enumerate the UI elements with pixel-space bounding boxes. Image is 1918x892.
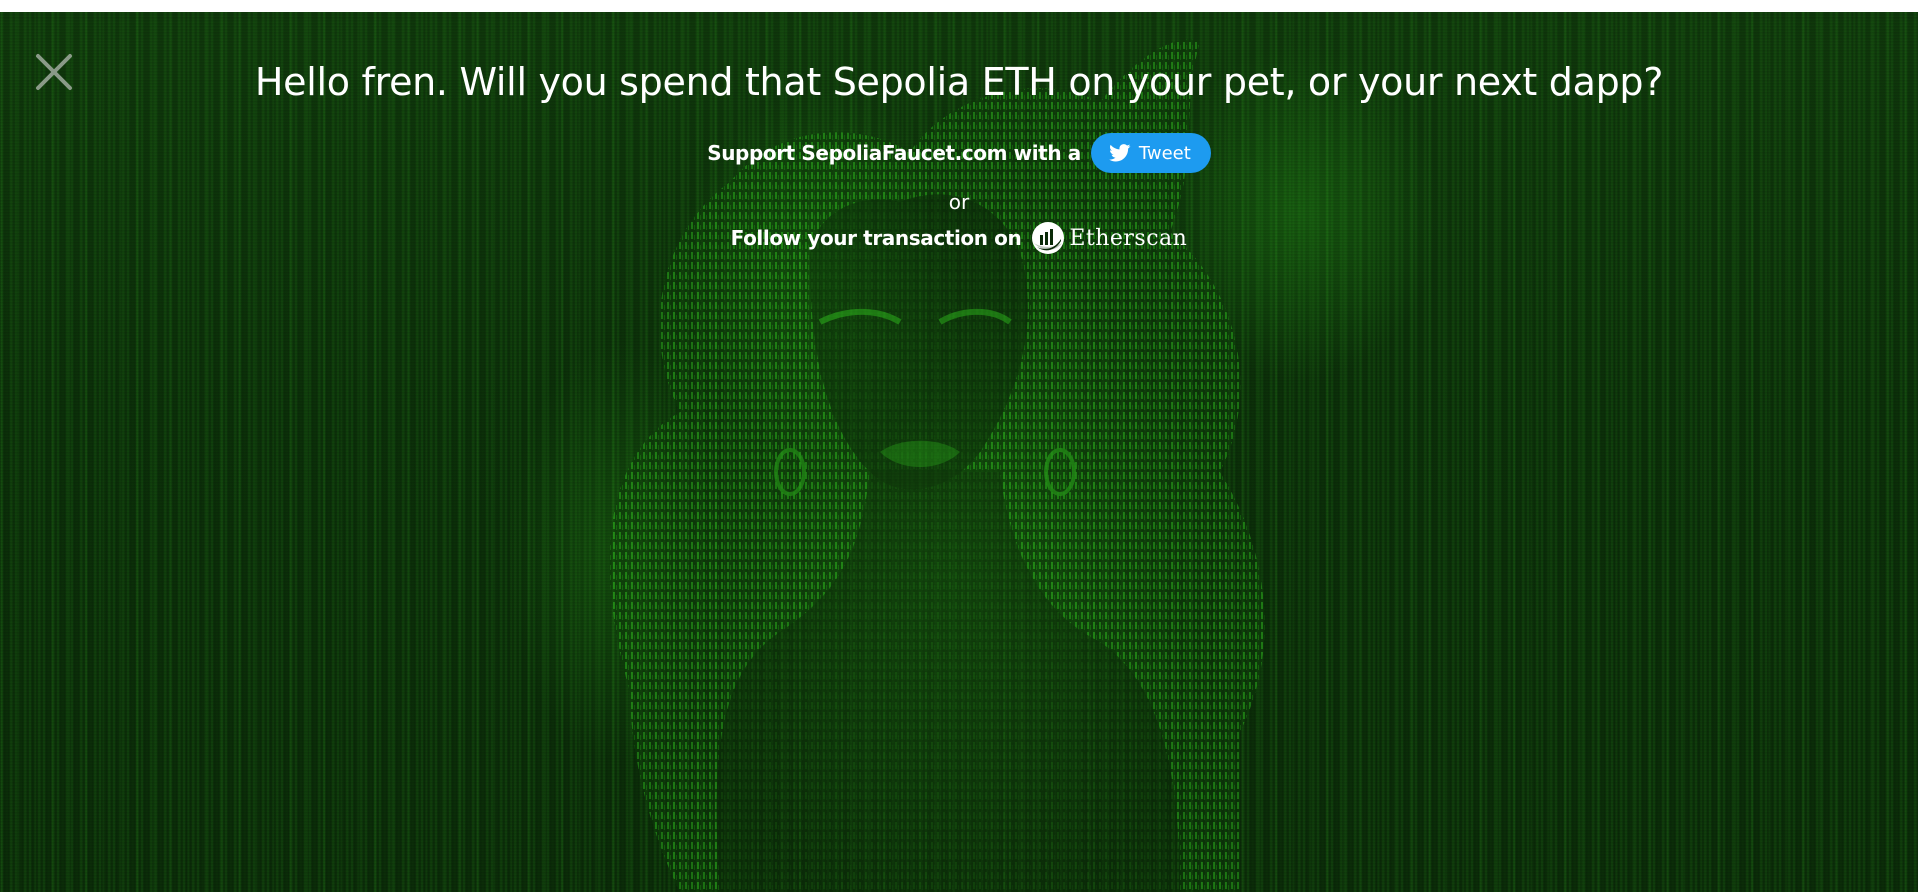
twitter-bird-icon (1108, 144, 1131, 162)
tweet-button[interactable]: Tweet (1090, 133, 1211, 173)
support-text: Support SepoliaFaucet.com with a (707, 141, 1081, 165)
etherscan-logo-icon (1032, 222, 1065, 254)
faucet-success-modal: Hello fren. Will you spend that Sepolia … (0, 12, 1918, 892)
etherscan-label: Etherscan (1069, 225, 1188, 251)
tweet-label: Tweet (1138, 142, 1191, 164)
follow-text: Follow your transaction on (730, 226, 1022, 250)
etherscan-link[interactable]: Etherscan (1031, 221, 1187, 255)
follow-row: Follow your transaction on Etherscan (0, 221, 1918, 255)
or-separator: or (948, 190, 970, 214)
support-row: Support SepoliaFaucet.com with a Tweet (0, 133, 1918, 173)
success-headline: Hello fren. Will you spend that Sepolia … (254, 60, 1664, 104)
